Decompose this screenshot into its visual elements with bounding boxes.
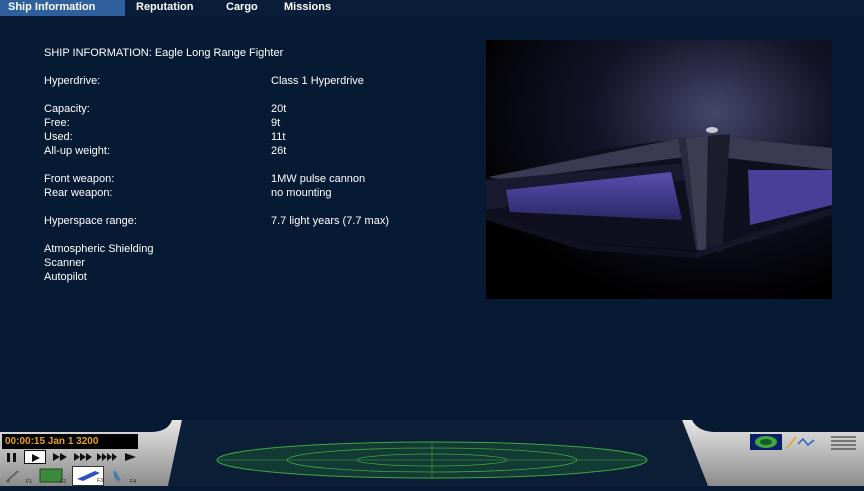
- hyperspace-value: 7.7 light years (7.7 max): [271, 215, 389, 227]
- free-value: 9t: [271, 117, 281, 129]
- capacity-label: Capacity:: [44, 103, 90, 115]
- fast-forward-icon[interactable]: [50, 450, 72, 464]
- free-label: Free:: [44, 117, 70, 129]
- fastest-forward-icon[interactable]: [96, 450, 120, 464]
- capacity-value: 20t: [271, 103, 287, 115]
- settings-menu-icon[interactable]: [828, 434, 860, 450]
- comms-f2-icon[interactable]: F2: [38, 466, 66, 486]
- allup-label: All-up weight:: [44, 145, 111, 157]
- hyperdrive-label: Hyperdrive:: [44, 75, 101, 87]
- faster-forward-icon[interactable]: [72, 450, 96, 464]
- f1-label: F1: [26, 479, 32, 485]
- f4-label: F4: [130, 479, 136, 485]
- ship-viewport: [486, 40, 832, 299]
- scanner-display: [216, 441, 648, 479]
- pause-icon[interactable]: [4, 450, 22, 464]
- equipment-item: Autopilot: [44, 271, 87, 283]
- phone-f4-icon[interactable]: F4: [108, 466, 136, 486]
- f2-label: F2: [60, 479, 66, 485]
- used-value: 11t: [271, 131, 286, 143]
- front-weapon-value: 1MW pulse cannon: [271, 173, 366, 185]
- allup-value: 26t: [271, 145, 287, 157]
- navigation-f1-icon[interactable]: F1: [4, 466, 32, 486]
- skip-icon[interactable]: [122, 450, 142, 464]
- hyperspace-label: Hyperspace range:: [44, 215, 137, 227]
- tab-missions[interactable]: Missions: [276, 0, 339, 16]
- rear-weapon-value: no mounting: [271, 187, 332, 199]
- ship-info-f3-icon[interactable]: F3: [72, 466, 104, 486]
- tab-bar: Ship Information Reputation Cargo Missio…: [0, 0, 864, 16]
- tab-ship-information[interactable]: Ship Information: [0, 0, 125, 16]
- play-icon[interactable]: [24, 450, 46, 464]
- info-graph-icon[interactable]: [784, 434, 820, 450]
- hyperdrive-value: Class 1 Hyperdrive: [271, 75, 364, 87]
- ship-title: SHIP INFORMATION: Eagle Long Range Fight…: [44, 47, 284, 59]
- equipment-item: Atmospheric Shielding: [44, 243, 154, 255]
- f3-label: F3: [97, 478, 103, 484]
- galaxy-map-icon[interactable]: [750, 434, 782, 450]
- used-label: Used:: [44, 131, 73, 143]
- equipment-item: Scanner: [44, 257, 85, 269]
- rear-weapon-label: Rear weapon:: [44, 187, 113, 199]
- game-clock: 00:00:15 Jan 1 3200: [2, 434, 138, 449]
- front-weapon-label: Front weapon:: [44, 173, 115, 185]
- ship-render: [486, 40, 832, 299]
- tab-cargo[interactable]: Cargo: [218, 0, 266, 16]
- tab-reputation[interactable]: Reputation: [128, 0, 201, 16]
